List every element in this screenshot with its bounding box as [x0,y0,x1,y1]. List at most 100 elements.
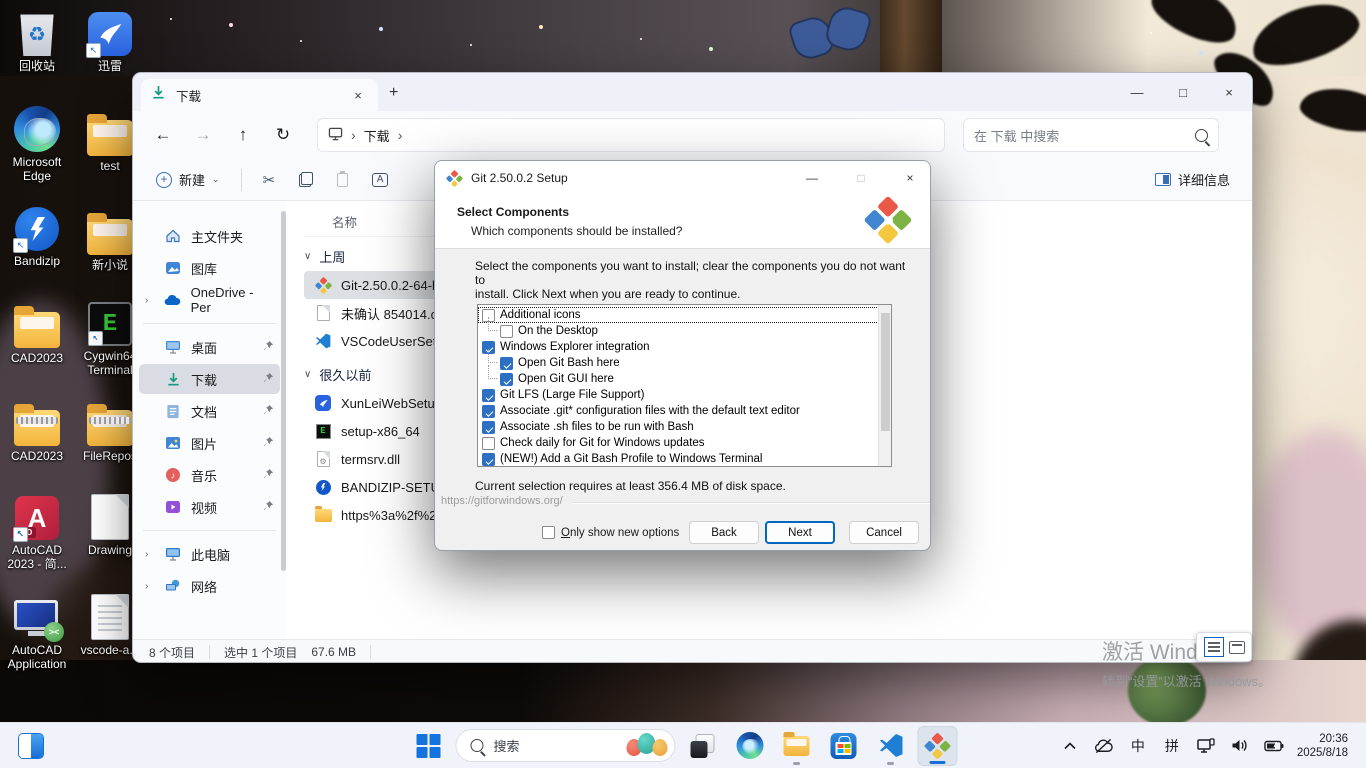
search-box[interactable]: 在 下载 中搜索 [963,118,1219,152]
maximize-button[interactable]: □ [1160,73,1206,111]
checkbox[interactable] [500,357,513,370]
battery-tray-icon[interactable] [1259,729,1289,763]
component-row[interactable]: Check daily for Git for Windows updates [478,435,891,451]
only-show-new-options[interactable]: Only show new options [542,526,679,539]
desktop-icon-xunlei[interactable]: 迅雷 [77,8,143,73]
desktop-icon-bandizip[interactable]: Bandizip [4,203,70,268]
copy-button[interactable] [290,166,322,193]
component-row[interactable]: On the Desktop [478,323,891,339]
checkbox[interactable] [482,453,495,466]
desktop-icon-cad2023-zip[interactable]: CAD2023 [4,398,70,463]
paste-icon [337,173,348,187]
downloads-icon [164,370,182,388]
close-button[interactable]: × [1206,73,1252,111]
sidebar-item-gallery[interactable]: 图库 [139,253,280,283]
desktop-icon-label: AutoCAD Application [4,643,70,671]
new-button[interactable]: + 新建 ⌄ [147,164,229,195]
sidebar-item-this-pc[interactable]: › 此电脑 [139,539,280,569]
desktop-icon-autocad[interactable]: ACAD AutoCAD 2023 - 简... [4,492,70,571]
component-row[interactable]: Windows Explorer integration [478,339,891,355]
network-tray-icon[interactable] [1191,729,1221,763]
chevron-down-icon: ∨ [304,369,311,380]
checkbox[interactable] [482,437,495,450]
taskbar-search[interactable]: 搜索 [456,729,676,762]
checkbox[interactable] [500,325,513,338]
sidebar-item-downloads[interactable]: 下载 [139,364,280,394]
pin-icon [263,404,274,418]
back-button[interactable]: Back [689,521,759,544]
dialog-close-button[interactable]: × [890,161,930,195]
back-button[interactable]: ← [145,118,181,152]
component-row[interactable]: Git LFS (Large File Support) [478,387,891,403]
pin-icon [263,500,274,514]
widgets-button[interactable] [14,729,48,763]
dialog-minimize-button[interactable]: — [792,161,832,195]
tray-chevron-up-icon[interactable] [1055,729,1085,763]
sidebar-item-pictures[interactable]: 图片 [139,428,280,458]
taskbar-git-setup[interactable] [918,726,958,766]
dialog-title-bar[interactable]: Git 2.50.0.2 Setup — □ × [435,161,930,195]
next-button[interactable]: Next [765,521,835,544]
checkbox[interactable] [482,405,495,418]
checkbox[interactable] [482,389,495,402]
rename-button[interactable]: A [363,167,397,193]
taskbar-vscode[interactable] [871,726,911,766]
refresh-button[interactable]: ↻ [265,118,301,152]
sidebar-item-network[interactable]: › 网络 [139,571,280,601]
documents-icon [164,402,182,420]
cut-button[interactable]: ✂ [254,165,285,195]
components-scrollbar[interactable] [878,305,891,466]
sidebar-item-videos[interactable]: 视频 [139,492,280,522]
desktop-icon-cad2023-folder[interactable]: CAD2023 [4,300,70,365]
sidebar-item-desktop[interactable]: 桌面 [139,332,280,362]
checkbox[interactable] [482,421,495,434]
ime-pinyin-indicator[interactable]: 拼 [1157,729,1187,763]
component-row[interactable]: Open Git Bash here [478,355,891,371]
checkbox[interactable] [500,373,513,386]
text-document-icon [91,594,129,640]
minimize-button[interactable]: — [1114,73,1160,111]
breadcrumb[interactable]: › 下载 › [317,118,945,152]
ime-mode-indicator[interactable]: 中 [1123,729,1153,763]
zip-folder-icon [14,410,60,446]
cancel-button[interactable]: Cancel [849,521,919,544]
ime-toolbar[interactable] [1196,632,1252,662]
sidebar-item-music[interactable]: ♪ 音乐 [139,460,280,490]
sidebar-item-home[interactable]: 主文件夹 [139,221,280,251]
start-button[interactable] [409,726,449,766]
desktop-icon-edge[interactable]: Microsoft Edge [4,104,70,183]
breadcrumb-folder[interactable]: 下载 [364,126,390,145]
task-view-button[interactable] [683,726,723,766]
sidebar-item-onedrive[interactable]: › OneDrive - Per [139,285,280,315]
onedrive-tray-icon[interactable] [1089,729,1119,763]
component-row[interactable]: Associate .git* configuration files with… [478,403,891,419]
dialog-description: Select the components you want to instal… [475,259,915,301]
tab-downloads[interactable]: 下载 × [141,79,378,111]
component-row[interactable]: Additional icons [478,307,891,323]
desktop-icon-autocad-application[interactable]: >< AutoCAD Application [4,592,70,671]
sidebar-item-documents[interactable]: 文档 [139,396,280,426]
details-pane-button[interactable]: 详细信息 [1147,164,1238,195]
tab-close-icon[interactable]: × [348,85,368,105]
up-button[interactable]: ↑ [225,118,261,152]
component-row[interactable]: Open Git GUI here [478,371,891,387]
taskbar-store[interactable] [824,726,864,766]
ime-keyboard-icon[interactable] [1229,641,1245,654]
component-row[interactable]: Associate .sh files to be run with Bash [478,419,891,435]
dialog-maximize-button: □ [841,161,881,195]
taskbar-edge[interactable] [730,726,770,766]
desktop-icon-recycle-bin[interactable]: ♻ 回收站 [4,8,70,73]
component-row[interactable]: (NEW!) Add a Git Bash Profile to Windows… [478,451,891,467]
taskbar-file-explorer[interactable] [777,726,817,766]
ime-menu-icon[interactable] [1204,637,1224,657]
new-tab-button[interactable]: + [389,85,398,101]
components-list[interactable]: Additional icons On the Desktop Windows … [477,304,892,467]
paste-button[interactable] [328,167,357,193]
chevron-right-icon: › [398,127,403,143]
taskbar-clock[interactable]: 20:36 2025/8/18 [1293,732,1356,760]
checkbox[interactable] [542,526,555,539]
forward-button[interactable]: → [185,118,221,152]
desktop-icon-label: AutoCAD 2023 - 简... [4,543,70,571]
volume-tray-icon[interactable] [1225,729,1255,763]
gitforwindows-link[interactable]: https://gitforwindows.org/ [441,495,563,507]
